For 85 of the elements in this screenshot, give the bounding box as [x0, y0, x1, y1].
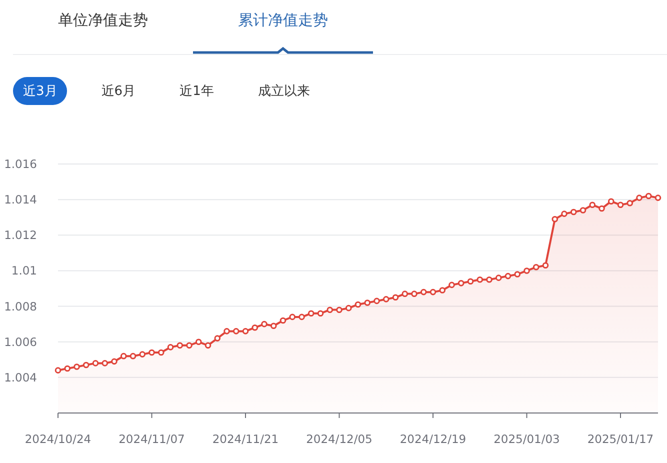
data-point: [102, 360, 108, 366]
data-point: [326, 306, 334, 313]
data-point: [598, 205, 605, 212]
data-point: [74, 364, 80, 370]
data-point: [570, 208, 577, 216]
data-point: [186, 342, 192, 349]
data-point: [204, 342, 212, 349]
data-point: [617, 202, 624, 208]
data-point: [439, 287, 446, 294]
y-axis-label: 1.014: [4, 192, 37, 207]
data-point: [139, 351, 146, 358]
data-point: [382, 296, 390, 302]
data-point: [542, 262, 549, 269]
data-point: [148, 349, 155, 356]
data-point: [252, 324, 258, 331]
y-axis-label: 1.012: [4, 228, 37, 242]
data-point: [495, 274, 502, 281]
x-axis-label: 2024/12/19: [400, 432, 466, 446]
data-point: [448, 282, 455, 288]
data-point: [654, 194, 662, 201]
data-point: [374, 298, 380, 304]
data-point: [467, 278, 474, 285]
data-point: [589, 202, 596, 208]
data-point: [420, 288, 427, 296]
data-point: [636, 194, 642, 201]
data-point: [580, 207, 586, 214]
data-point: [270, 322, 277, 329]
y-axis-label: 1.008: [4, 299, 37, 314]
x-axis-label: 2024/11/21: [212, 432, 279, 446]
data-point: [317, 310, 324, 317]
data-point: [645, 192, 652, 200]
data-point: [111, 358, 118, 365]
data-point: [214, 335, 221, 342]
y-axis-label: 1.01: [11, 264, 37, 278]
data-point: [354, 301, 362, 308]
data-point: [392, 294, 399, 301]
data-point: [626, 200, 634, 206]
x-axis-label: 2025/01/03: [494, 432, 560, 446]
period-button[interactable]: 成立以来: [248, 77, 320, 105]
x-axis-label: 2024/11/07: [118, 432, 185, 446]
y-axis-label: 1.016: [4, 157, 37, 171]
data-point: [289, 314, 296, 320]
data-point: [308, 310, 314, 317]
x-axis-label: 2024/12/05: [306, 432, 372, 446]
data-point: [92, 360, 99, 366]
data-point: [486, 276, 492, 283]
data-point: [476, 276, 484, 283]
data-point: [195, 338, 202, 345]
data-point: [402, 290, 408, 297]
data-point: [261, 320, 268, 328]
data-point: [532, 264, 540, 270]
data-point: [430, 288, 436, 296]
data-point: [336, 306, 342, 313]
data-point: [232, 328, 240, 334]
data-point: [176, 342, 184, 349]
period-button[interactable]: 近3月: [13, 77, 68, 105]
chart-tab[interactable]: 累计净值走势: [193, 0, 373, 40]
data-point: [242, 328, 249, 334]
x-axis-label: 2025/01/17: [587, 432, 654, 446]
data-point: [120, 352, 127, 360]
data-point: [561, 210, 568, 217]
period-button[interactable]: 近6月: [91, 77, 146, 105]
data-point: [158, 349, 164, 356]
data-point: [167, 344, 174, 350]
data-point: [608, 198, 614, 204]
y-axis-label: 1.006: [4, 334, 37, 349]
data-point: [552, 216, 558, 222]
data-point: [524, 268, 530, 274]
y-axis-label: 1.004: [4, 370, 37, 384]
data-point: [364, 300, 371, 306]
data-point: [64, 365, 71, 372]
x-axis-label: 2024/10/24: [24, 432, 92, 446]
period-button[interactable]: 近1年: [170, 77, 224, 105]
data-point: [82, 362, 90, 368]
data-point: [54, 367, 62, 374]
data-point: [514, 271, 521, 278]
data-point: [130, 352, 136, 360]
chart-tab[interactable]: 单位净值走势: [13, 0, 193, 40]
data-point: [411, 290, 418, 297]
data-point: [345, 304, 352, 312]
data-point: [458, 280, 464, 286]
data-point: [298, 314, 305, 320]
data-point: [224, 328, 230, 334]
data-point: [504, 272, 512, 280]
data-point: [280, 317, 286, 324]
